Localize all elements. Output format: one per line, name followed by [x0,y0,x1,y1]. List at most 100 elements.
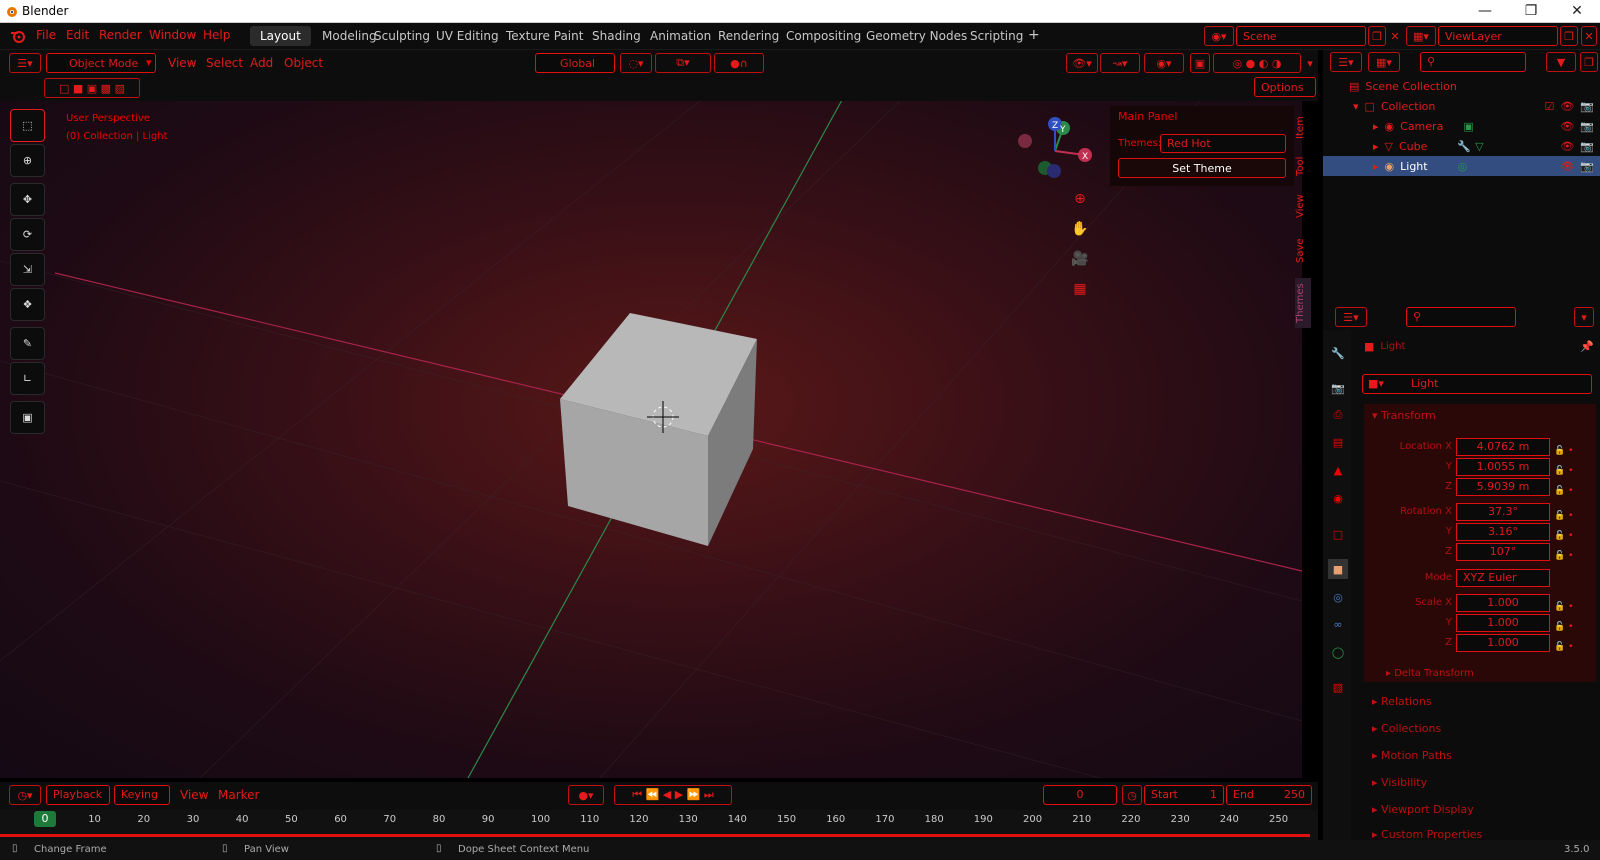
overlay-icon[interactable]: ◉▾ [1144,53,1184,73]
scene-selector-icon[interactable]: ◉▾ [1204,26,1234,46]
menu-help[interactable]: Help [203,28,230,42]
object-type-icon[interactable]: ■▾ [1368,377,1384,390]
timeline-marker-menu[interactable]: Marker [218,788,259,802]
scale-x-field[interactable]: 1.000 [1456,594,1550,612]
camera-view-icon[interactable]: 🎥 [1068,251,1092,275]
tab-item[interactable]: Item [1295,108,1311,148]
expand-arrow-icon[interactable]: ▸ [1373,160,1379,173]
camera-render-icon[interactable]: 📷 [1580,140,1594,153]
ortho-grid-icon[interactable]: ▦ [1068,281,1092,305]
shading-popover-icon[interactable]: ▾ [1303,53,1317,73]
location-y-field[interactable]: 1.0055 m [1456,458,1550,476]
playhead-frame-indicator[interactable]: 0 [34,811,56,827]
menu-window[interactable]: Window [149,28,196,42]
collection-tab-icon[interactable]: □ [1328,524,1348,544]
tab-view[interactable]: View [1295,190,1311,222]
rotation-y-field[interactable]: 3.16° [1456,523,1550,541]
mode-select[interactable]: Object Mode [46,53,156,73]
end-frame-field[interactable]: End 250 [1226,785,1312,805]
move-tool[interactable]: ✥ [10,183,45,216]
visibility-icon[interactable]: 👁▾ [1066,53,1098,73]
new-viewlayer-icon[interactable]: ❐ [1560,26,1578,46]
pan-hand-icon[interactable]: ✋ [1068,221,1092,245]
selection-mode-icons[interactable]: □ ■ ▣ ▩ ▨ [44,78,140,98]
menu-select[interactable]: Select [206,56,243,70]
eye-icon[interactable]: 👁 [1560,140,1574,153]
menu-object[interactable]: Object [284,56,323,70]
outliner-row-scene-collection[interactable]: ▤ Scene Collection [1323,76,1600,96]
options-dropdown[interactable]: Options [1254,77,1316,97]
menu-file[interactable]: File [36,28,56,42]
viewlayer-selector-icon[interactable]: ▦▾ [1406,26,1436,46]
properties-options-icon[interactable]: ▾ [1574,307,1594,327]
xray-icon[interactable]: ▣ [1190,53,1210,73]
transform-section-title[interactable]: ▾ Transform [1372,409,1436,422]
properties-editor-type-icon[interactable]: ☰▾ [1335,307,1367,327]
texture-tab-icon[interactable]: ▧ [1328,677,1348,697]
expand-arrow-icon[interactable]: ▸ [1373,140,1379,153]
scene-tab-icon[interactable]: ▲ [1328,460,1348,480]
transform-tool[interactable]: ❖ [10,288,45,321]
select-box-tool[interactable]: ⬚ [10,109,45,142]
relations-section[interactable]: ▸ Relations [1372,695,1432,708]
modifier-wrench-icon[interactable]: 🔧 [1457,140,1471,153]
set-theme-button[interactable]: Set Theme [1118,158,1286,178]
add-workspace-button[interactable]: + [1022,26,1046,46]
menu-render[interactable]: Render [99,28,142,42]
pin-icon[interactable]: 📌 [1580,340,1594,353]
object-name-field[interactable]: Light [1362,374,1592,394]
orientation-select[interactable]: Global [535,53,615,73]
snap-icon[interactable]: ⧉▾ [655,53,711,73]
outliner-editor-type-icon[interactable]: ☰▾ [1330,52,1362,72]
outliner-row-collection[interactable]: ▾ □ Collection ☑ 👁 📷 [1323,96,1600,116]
auto-keying-icon[interactable]: ●▾ [568,785,604,805]
cursor-tool[interactable]: ⊕ [10,144,45,177]
navigation-gizmo[interactable]: X Y Z [1010,115,1094,183]
pivot-icon[interactable]: ◌▾ [620,53,652,73]
outliner-row-cube[interactable]: ▸ ▽ Cube 🔧 ▽ 👁 📷 [1323,136,1600,156]
rotation-mode-select[interactable]: XYZ Euler [1456,569,1550,587]
delta-transform-section[interactable]: ▸ Delta Transform [1386,668,1474,679]
outliner-row-camera[interactable]: ▸ ◉ Camera ▣ 👁 📷 [1323,116,1600,136]
constraints-tab-icon[interactable]: ∞ [1328,614,1348,634]
rotation-lock-icons[interactable]: 🔓 • 🔓 • 🔓 • [1554,506,1573,566]
scene-name-field[interactable]: Scene [1236,26,1366,46]
location-z-field[interactable]: 5.9039 m [1456,478,1550,496]
menu-add[interactable]: Add [250,56,273,70]
new-collection-icon[interactable]: ❐ [1580,52,1598,72]
physics-tab-icon[interactable]: ◎ [1328,587,1348,607]
render-tab-icon[interactable]: 📷 [1328,378,1348,398]
object-tab-icon[interactable]: ■ [1328,559,1348,579]
tab-save[interactable]: Save [1295,235,1311,267]
main-panel-title[interactable]: Main Panel [1118,110,1177,123]
remove-viewlayer-icon[interactable]: ✕ [1581,26,1597,46]
eye-icon[interactable]: 👁 [1560,100,1574,113]
playback-controls[interactable]: ⏮ ⏪ ◀ ▶ ⏩ ⏭ [614,785,732,805]
light-data-tab-icon[interactable]: ◯ [1328,642,1348,662]
zoom-icon[interactable]: ⊕ [1068,191,1092,215]
viewlayer-name-field[interactable]: ViewLayer [1438,26,1558,46]
current-frame-field[interactable]: 0 [1043,785,1117,805]
properties-search-input[interactable]: ⚲ [1406,307,1516,327]
view-layer-tab-icon[interactable]: ▤ [1328,432,1348,452]
scale-tool[interactable]: ⇲ [10,253,45,286]
tab-layout[interactable]: Layout [250,26,311,46]
theme-select[interactable]: Red Hot [1160,134,1286,153]
timeline-editor-type-icon[interactable]: ◷▾ [9,785,41,805]
scale-y-field[interactable]: 1.000 [1456,614,1550,632]
camera-render-icon[interactable]: 📷 [1580,100,1594,113]
3d-viewport[interactable]: User Perspective (0) Collection | Light … [0,101,1302,778]
start-frame-field[interactable]: Start 1 [1144,785,1224,805]
restore-icon[interactable]: ❐ [1508,0,1554,22]
tool-tab-icon[interactable]: 🔧 [1328,343,1348,363]
scale-z-field[interactable]: 1.000 [1456,634,1550,652]
tab-tool[interactable]: Tool [1295,150,1311,182]
visibility-section[interactable]: ▸ Visibility [1372,776,1427,789]
proportional-edit-icon[interactable]: ●∩ [714,53,764,73]
eye-icon[interactable]: 👁 [1560,160,1574,173]
playback-menu[interactable]: Playback [46,785,110,805]
expand-arrow-icon[interactable]: ▾ [1353,100,1359,113]
remove-scene-icon[interactable]: ✕ [1388,26,1402,46]
tab-texture-paint[interactable]: Texture Paint [496,26,593,46]
new-scene-icon[interactable]: ❐ [1368,26,1386,46]
